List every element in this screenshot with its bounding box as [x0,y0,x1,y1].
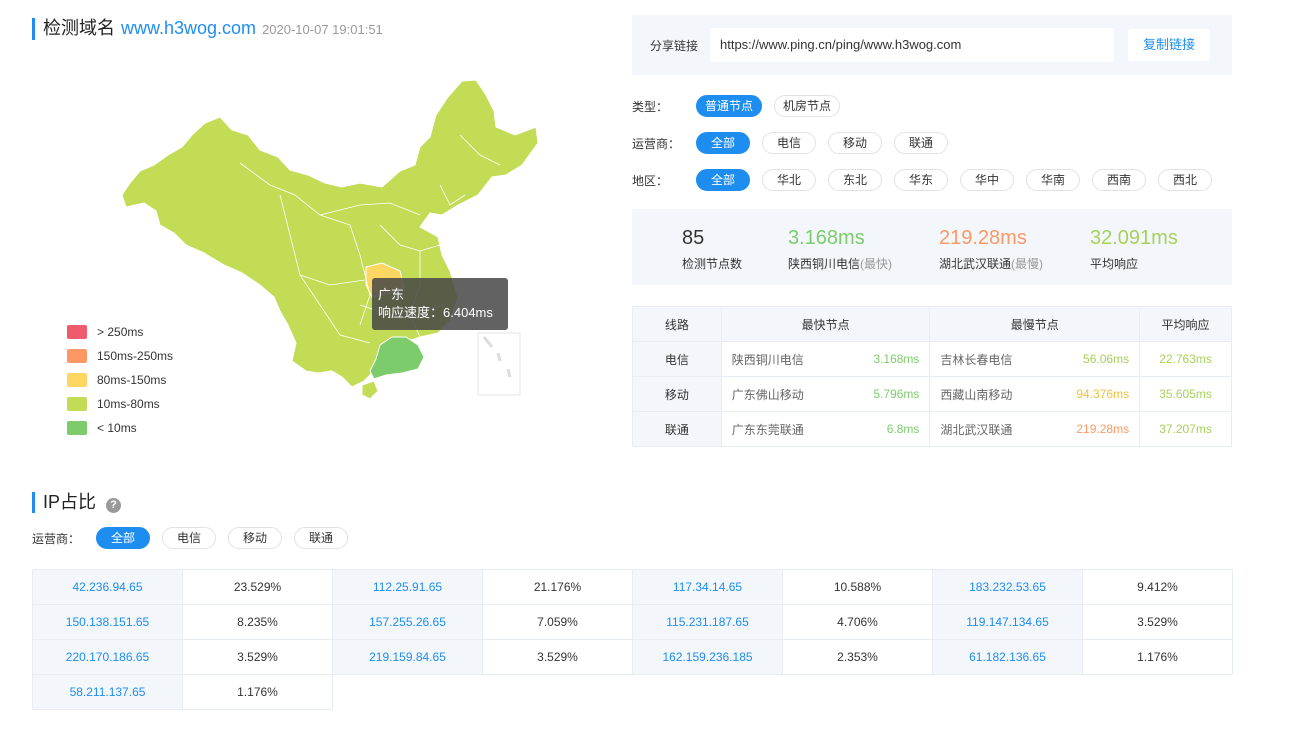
copy-link-button[interactable]: 复制链接 [1128,29,1210,61]
share-url-input[interactable] [710,28,1114,62]
region-option-east[interactable]: 华东 [894,169,948,191]
stats-panel: 85 检测节点数 3.168ms 陕西铜川电信(最快) 219.28ms 湖北武… [632,209,1232,285]
region-option-southwest[interactable]: 西南 [1092,169,1146,191]
isp-option-unicom[interactable]: 联通 [894,132,948,154]
tooltip-region: 广东 [378,287,405,302]
tooltip-speed: 响应速度：6.404ms [378,305,493,320]
legend-item: 150ms-250ms [67,344,173,368]
table-row: 电信 陕西铜川电信 3.168ms 吉林长春电信 56.06ms 22.763ms [632,341,1232,377]
table-header-row: 线路 最快节点 最慢节点 平均响应 [632,306,1232,342]
ip-isp-filter: 运营商： 全部 电信 移动 联通 [32,527,360,549]
ip-section-title: IP占比 ? [32,492,122,513]
page-title: 检测域名 www.h3wog.com 2020-10-07 19:01:51 [32,18,383,40]
table-row: 220.170.186.65 3.529% 219.159.84.65 3.529%… [32,639,1233,675]
title-label: 检测域名 [43,18,115,38]
table-row: 58.211.137.65 1.176% [32,674,1233,710]
region-option-northwest[interactable]: 西北 [1158,169,1212,191]
isp-option-mobile[interactable]: 移动 [828,132,882,154]
map-region-hainan[interactable] [361,380,379,400]
legend-item: < 10ms [67,416,173,440]
line-summary-table: 线路 最快节点 最慢节点 平均响应 电信 陕西铜川电信 3.168ms 吉林长春电… [632,306,1232,447]
legend-swatch-3 [67,397,87,411]
ip-isp-option-all[interactable]: 全部 [96,527,150,549]
isp-option-all[interactable]: 全部 [696,132,750,154]
china-map-svg[interactable] [120,75,550,405]
map-region-main[interactable] [121,79,539,388]
legend-item: 80ms-150ms [67,368,173,392]
region-option-central[interactable]: 华中 [960,169,1014,191]
legend-item: 10ms-80ms [67,392,173,416]
share-bar: 分享链接 复制链接 [632,15,1232,75]
share-label: 分享链接 [650,38,699,53]
china-map[interactable] [120,75,550,405]
legend-item: > 250ms [67,320,173,344]
region-option-all[interactable]: 全部 [696,169,750,191]
test-time: 2020-10-07 19:01:51 [262,22,383,37]
table-row: 联通 广东东莞联通 6.8ms 湖北武汉联通 219.28ms 37.207ms [632,411,1232,447]
help-icon[interactable]: ? [106,498,122,513]
legend-swatch-4 [67,421,87,435]
ip-isp-option-mobile[interactable]: 移动 [228,527,282,549]
stat-slowest: 219.28ms 湖北武汉联通(最慢) [939,227,1044,271]
legend-swatch-1 [67,349,87,363]
domain-name: www.h3wog.com [121,18,257,38]
region-filter: 地区： 全部 华北 东北 华东 华中 华南 西南 西北 [632,169,1224,191]
table-row: 150.138.151.65 8.235% 157.255.26.65 7.059%… [32,604,1233,640]
type-option-idc[interactable]: 机房节点 [774,95,841,117]
type-option-normal[interactable]: 普通节点 [696,95,763,117]
map-inset-box [477,332,521,396]
isp-option-telecom[interactable]: 电信 [762,132,816,154]
stat-count: 85 检测节点数 [682,227,743,271]
isp-filter: 运营商： 全部 电信 移动 联通 [632,132,960,154]
map-legend: > 250ms 150ms-250ms 80ms-150ms 10ms-80ms… [67,320,173,440]
region-option-north[interactable]: 华北 [762,169,816,191]
map-inset-islands [482,336,512,378]
region-option-northeast[interactable]: 东北 [828,169,882,191]
stat-fastest: 3.168ms 陕西铜川电信(最快) [788,227,893,271]
legend-swatch-2 [67,373,87,387]
region-option-south[interactable]: 华南 [1026,169,1080,191]
ip-isp-option-telecom[interactable]: 电信 [162,527,216,549]
type-filter: 类型： 普通节点 机房节点 [632,95,852,117]
ip-share-table: 42.236.94.65 23.529% 112.25.91.65 21.176% … [32,569,1233,710]
map-tooltip: 广东 响应速度：6.404ms [372,278,508,330]
table-row: 42.236.94.65 23.529% 112.25.91.65 21.176% … [32,569,1233,605]
ip-isp-option-unicom[interactable]: 联通 [294,527,348,549]
stat-average: 32.091ms 平均响应 [1090,227,1178,271]
legend-swatch-0 [67,325,87,339]
table-row: 移动 广东佛山移动 5.796ms 西藏山南移动 94.376ms 35.605ms [632,376,1232,412]
